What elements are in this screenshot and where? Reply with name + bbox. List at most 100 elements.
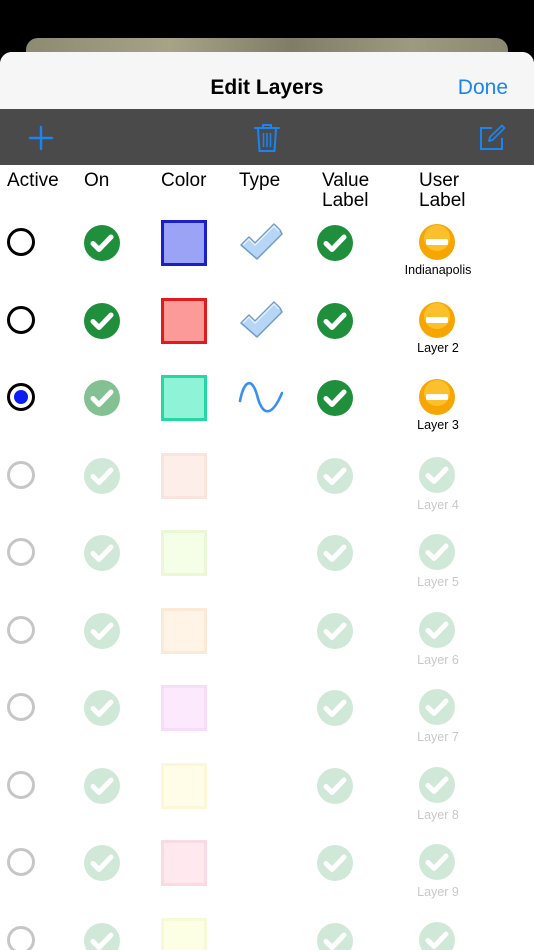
- compose-icon: [480, 124, 506, 150]
- active-radio[interactable]: [7, 538, 35, 566]
- on-toggle[interactable]: [83, 689, 121, 727]
- user-label-text: Layer 8: [417, 807, 459, 822]
- checkmark-icon: [317, 612, 353, 649]
- user-label-toggle[interactable]: [418, 301, 456, 339]
- user-label-toggle[interactable]: [418, 456, 456, 494]
- checkmark-icon: [317, 380, 353, 416]
- done-button[interactable]: Done: [458, 76, 508, 100]
- on-toggle[interactable]: [83, 534, 121, 572]
- checkmark-icon: [317, 767, 353, 804]
- layer-row[interactable]: [0, 908, 534, 950]
- checkmark-icon: [84, 922, 120, 950]
- checkmark-icon: [84, 380, 120, 416]
- on-toggle[interactable]: [83, 922, 121, 950]
- checkmark-icon: [84, 690, 120, 726]
- active-radio[interactable]: [7, 383, 35, 411]
- delete-layer-button[interactable]: [249, 120, 285, 156]
- layer-row[interactable]: Layer 5: [0, 520, 534, 597]
- checkmark-icon: [84, 457, 120, 494]
- value-label-toggle[interactable]: [316, 922, 354, 950]
- checkmark-icon: [419, 689, 455, 725]
- on-toggle[interactable]: [83, 302, 121, 340]
- header-on: On: [84, 170, 110, 191]
- value-label-toggle[interactable]: [316, 689, 354, 727]
- user-label-toggle[interactable]: [418, 378, 456, 416]
- active-radio[interactable]: [7, 228, 35, 256]
- checkmark-icon: [419, 456, 455, 493]
- color-swatch[interactable]: [161, 762, 207, 809]
- radio-selected-dot: [14, 390, 28, 404]
- active-radio[interactable]: [7, 693, 35, 721]
- active-radio[interactable]: [7, 770, 35, 799]
- edit-layers-sheet: Edit Layers Done Active On Color Type Va…: [0, 52, 534, 950]
- add-layer-button[interactable]: [23, 120, 59, 156]
- header-value-label: Value Label: [322, 171, 369, 211]
- color-swatch[interactable]: [161, 220, 207, 266]
- value-label-toggle[interactable]: [316, 224, 354, 262]
- type-button[interactable]: [238, 296, 284, 342]
- type-button[interactable]: [238, 218, 284, 264]
- value-label-toggle[interactable]: [316, 379, 354, 417]
- checkmark-icon: [419, 766, 455, 803]
- on-toggle[interactable]: [83, 844, 121, 882]
- layer-row[interactable]: Layer 8: [0, 753, 534, 830]
- checkmark-icon: [419, 921, 455, 950]
- value-label-toggle[interactable]: [316, 612, 354, 650]
- user-label-toggle[interactable]: [418, 223, 456, 261]
- active-radio[interactable]: [7, 848, 35, 876]
- user-label-toggle[interactable]: [418, 688, 456, 726]
- user-label-text: Layer 2: [417, 340, 459, 355]
- user-label-text: Layer 3: [417, 418, 459, 432]
- minus-icon: [419, 301, 455, 338]
- color-swatch[interactable]: [161, 375, 207, 421]
- on-toggle[interactable]: [83, 612, 121, 650]
- layer-row[interactable]: Indianapolis: [0, 210, 534, 287]
- checkmark-icon: [84, 845, 120, 881]
- checkmark-icon: [419, 534, 455, 570]
- user-label-text: Layer 6: [417, 652, 459, 667]
- on-toggle[interactable]: [83, 379, 121, 417]
- plus-icon: [28, 125, 54, 151]
- status-bar: [0, 0, 534, 40]
- user-label-toggle[interactable]: [418, 766, 456, 804]
- layer-row[interactable]: Layer 3: [0, 365, 534, 442]
- user-label-toggle[interactable]: [418, 533, 456, 571]
- layer-row[interactable]: Layer 7: [0, 675, 534, 752]
- color-swatch[interactable]: [161, 840, 207, 886]
- layer-row[interactable]: Layer 2: [0, 288, 534, 365]
- user-label-text: Indianapolis: [404, 263, 472, 277]
- active-radio[interactable]: [7, 925, 35, 950]
- layer-row[interactable]: Layer 9: [0, 830, 534, 907]
- on-toggle[interactable]: [83, 224, 121, 262]
- active-radio[interactable]: [7, 460, 35, 489]
- user-label-text: Layer 9: [417, 885, 459, 899]
- on-toggle[interactable]: [83, 767, 121, 805]
- color-swatch[interactable]: [161, 917, 207, 950]
- on-toggle[interactable]: [83, 457, 121, 495]
- layer-row[interactable]: Layer 4: [0, 443, 534, 520]
- wrench-type-icon: [240, 223, 283, 260]
- type-button[interactable]: [238, 375, 284, 421]
- layer-row[interactable]: Layer 6: [0, 598, 534, 675]
- user-label-text: Layer 4: [417, 497, 459, 512]
- active-radio[interactable]: [7, 305, 35, 334]
- column-headers: Active On Color Type Value Label User Labe…: [0, 165, 534, 211]
- value-label-toggle[interactable]: [316, 844, 354, 882]
- color-swatch[interactable]: [161, 297, 207, 344]
- value-label-toggle[interactable]: [316, 534, 354, 572]
- checkmark-icon: [84, 767, 120, 804]
- user-label-toggle[interactable]: [418, 843, 456, 881]
- value-label-toggle[interactable]: [316, 767, 354, 805]
- checkmark-icon: [317, 302, 353, 339]
- user-label-toggle[interactable]: [418, 921, 456, 950]
- active-radio[interactable]: [7, 615, 35, 644]
- wrench-type-icon: [240, 300, 283, 338]
- color-swatch[interactable]: [161, 530, 207, 576]
- color-swatch[interactable]: [161, 452, 207, 499]
- color-swatch[interactable]: [161, 607, 207, 654]
- edit-layer-button[interactable]: [474, 120, 510, 156]
- value-label-toggle[interactable]: [316, 457, 354, 495]
- user-label-toggle[interactable]: [418, 611, 456, 649]
- value-label-toggle[interactable]: [316, 302, 354, 340]
- color-swatch[interactable]: [161, 685, 207, 731]
